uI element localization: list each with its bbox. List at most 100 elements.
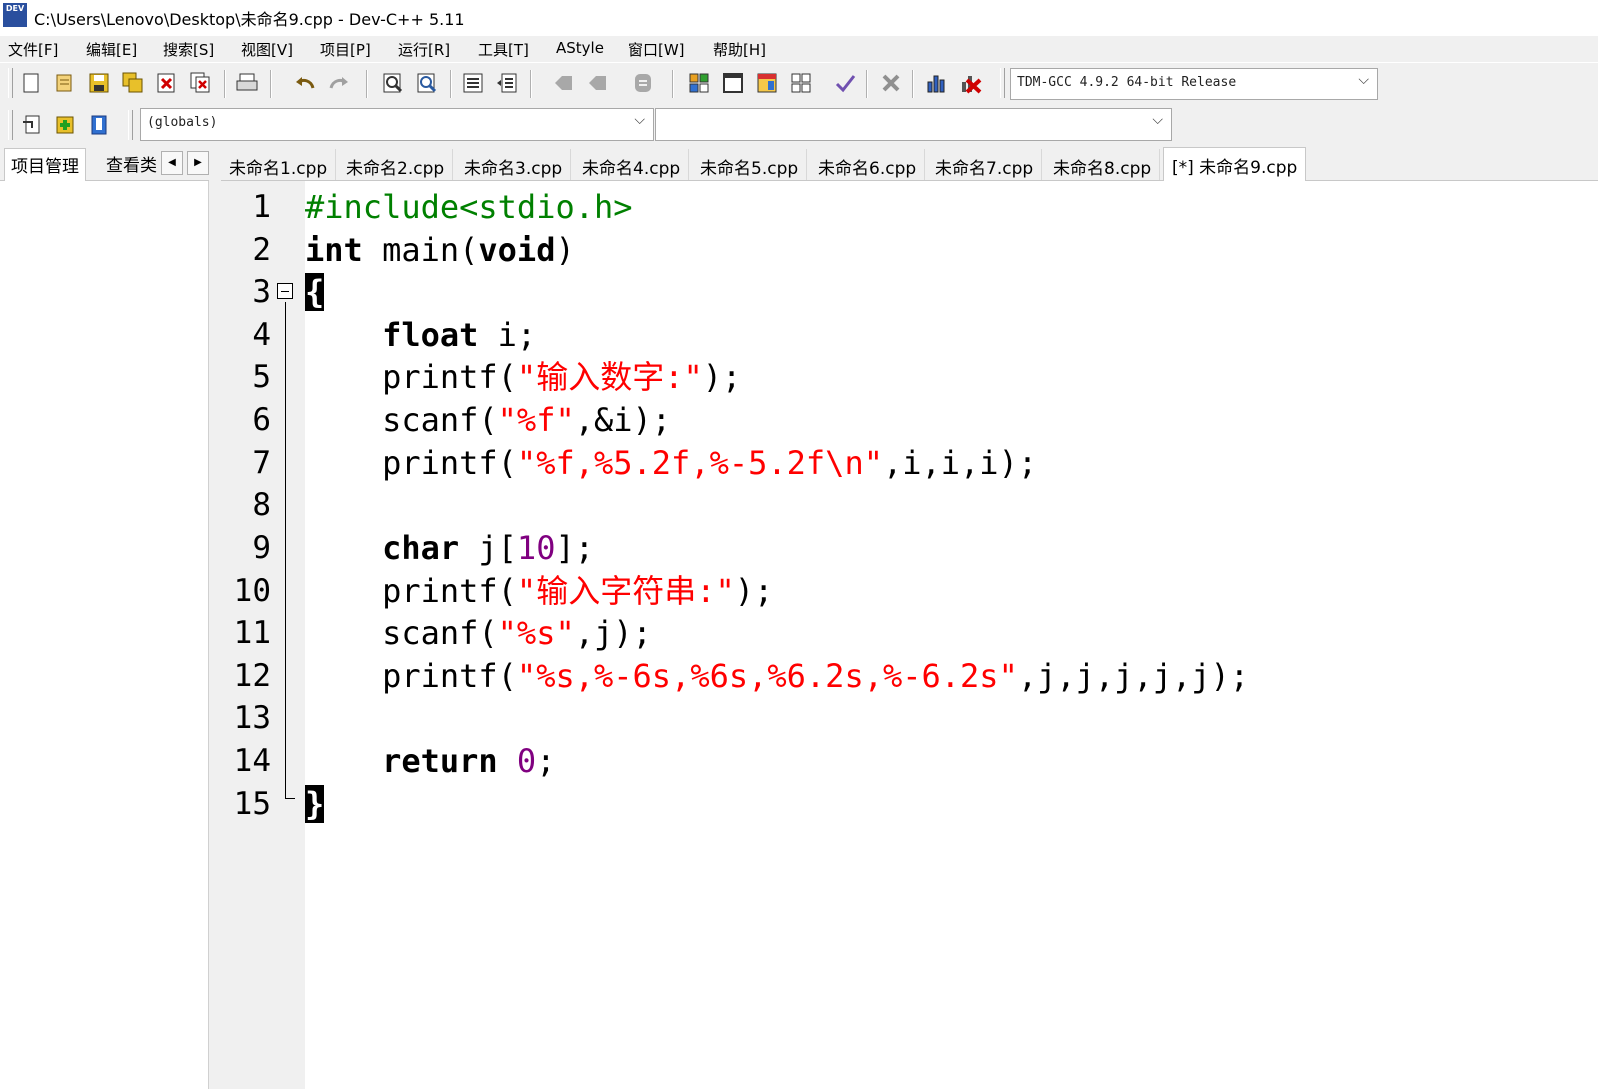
menu-tools[interactable]: 工具[T]	[478, 39, 529, 60]
indent-icon[interactable]	[460, 70, 486, 96]
tab-file-1[interactable]: 未命名1.cpp	[221, 149, 337, 180]
insert-icon[interactable]	[18, 112, 44, 138]
goto-next-icon[interactable]	[584, 70, 610, 96]
file-tabs: 未命名1.cpp 未命名2.cpp 未命名3.cpp 未命名4.cpp 未命名5…	[221, 146, 1598, 181]
chart-icon[interactable]	[924, 70, 950, 96]
menu-run[interactable]: 运行[R]	[398, 39, 450, 60]
symbol-select[interactable]: ⌵	[655, 108, 1172, 141]
compiler-select[interactable]: TDM-GCC 4.9.2 64-bit Release ⌵	[1010, 68, 1378, 100]
save-all-icon[interactable]	[120, 70, 146, 96]
layout-tiles-icon[interactable]	[686, 70, 712, 96]
menu-astyle[interactable]: AStyle	[556, 39, 604, 57]
toolbar-grip[interactable]	[8, 68, 13, 98]
code-line-11: scanf("%s",j);	[305, 612, 652, 654]
toolbar-grip[interactable]	[8, 110, 13, 140]
menu-file[interactable]: 文件[F]	[8, 39, 58, 60]
string-literal: "%f,%5.2f,%-5.2f\n"	[516, 444, 883, 482]
replace-icon[interactable]	[414, 70, 440, 96]
chevron-down-icon[interactable]: ⌵	[1152, 112, 1163, 128]
close-file-icon[interactable]	[154, 70, 180, 96]
close-all-icon[interactable]	[188, 70, 214, 96]
menu-help[interactable]: 帮助[H]	[713, 39, 766, 60]
print-icon[interactable]	[234, 70, 260, 96]
redo-icon[interactable]	[326, 70, 352, 96]
undo-icon[interactable]	[292, 70, 318, 96]
string-literal: "%f"	[497, 401, 575, 439]
line-number: 9	[252, 530, 271, 566]
fold-end-marker	[285, 798, 295, 799]
tab-scroll-left-icon[interactable]: ◀	[161, 151, 183, 175]
code-editor[interactable]: #include<stdio.h> int main(void) { float…	[305, 181, 1598, 1089]
toolbar-grip[interactable]	[1000, 68, 1005, 98]
bookmark-toggle-icon[interactable]	[86, 112, 112, 138]
menu-view[interactable]: 视图[V]	[241, 39, 293, 60]
tab-project-manager[interactable]: 项目管理	[4, 148, 86, 185]
tab-file-9-active[interactable]: [*] 未命名9.cpp	[1163, 147, 1307, 181]
delete-icon[interactable]	[878, 70, 904, 96]
add-icon[interactable]	[52, 112, 78, 138]
line-number: 15	[233, 786, 271, 822]
chevron-down-icon[interactable]: ⌵	[1358, 72, 1369, 88]
profile-delete-icon[interactable]	[958, 70, 984, 96]
tab-file-4[interactable]: 未命名4.cpp	[574, 149, 690, 180]
tab-class-view[interactable]: 查看类	[106, 151, 158, 176]
scope-select[interactable]: (globals) ⌵	[140, 108, 654, 141]
code-line-12: printf("%s,%-6s,%6s,%6.2s,%-6.2s",j,j,j,…	[305, 655, 1249, 697]
tab-file-7[interactable]: 未命名7.cpp	[927, 149, 1043, 180]
code-text: j[	[459, 529, 517, 567]
bookmark-icon[interactable]	[630, 70, 656, 96]
chevron-down-icon[interactable]: ⌵	[634, 112, 645, 128]
number-literal: 10	[516, 529, 556, 567]
code-line-4: float i;	[305, 314, 536, 356]
tab-file-2[interactable]: 未命名2.cpp	[338, 149, 454, 180]
scope-select-value: (globals)	[147, 115, 218, 130]
toolbar-grip[interactable]	[128, 110, 133, 140]
tab-scroll-right-icon[interactable]: ▶	[187, 151, 209, 175]
line-number: 12	[233, 658, 271, 694]
code-text: ,j);	[574, 614, 652, 652]
menu-search[interactable]: 搜索[S]	[163, 39, 214, 60]
open-file-icon[interactable]	[52, 70, 78, 96]
toolbar-separator	[270, 70, 272, 98]
tab-file-5[interactable]: 未命名5.cpp	[692, 149, 808, 180]
colored-window-icon[interactable]	[754, 70, 780, 96]
goto-prev-icon[interactable]	[550, 70, 576, 96]
find-icon[interactable]	[380, 70, 406, 96]
check-icon[interactable]	[832, 70, 858, 96]
code-line-1: #include<stdio.h>	[305, 186, 633, 228]
string-literal: "输入字符串:"	[516, 572, 735, 610]
window-icon[interactable]	[720, 70, 746, 96]
panel-splitter[interactable]	[209, 146, 221, 1089]
main-toolbar: TDM-GCC 4.9.2 64-bit Release ⌵	[0, 62, 1598, 105]
line-number: 13	[233, 700, 271, 736]
line-number: 7	[252, 445, 271, 481]
tab-file-3[interactable]: 未命名3.cpp	[456, 149, 572, 180]
menu-window[interactable]: 窗口[W]	[628, 39, 685, 60]
line-number: 2	[252, 232, 271, 268]
save-icon[interactable]	[86, 70, 112, 96]
new-file-icon[interactable]	[18, 70, 44, 96]
tab-file-6[interactable]: 未命名6.cpp	[810, 149, 926, 180]
code-text: );	[702, 358, 742, 396]
menu-project[interactable]: 项目[P]	[320, 39, 371, 60]
toolbar-separator	[224, 70, 226, 98]
unindent-icon[interactable]	[494, 70, 520, 96]
tab-file-8[interactable]: 未命名8.cpp	[1045, 149, 1161, 180]
fold-collapse-icon[interactable]	[277, 283, 293, 299]
code-text: scanf(	[305, 614, 498, 652]
code-text: ,i,i,i);	[882, 444, 1038, 482]
line-number: 4	[252, 317, 271, 353]
code-text: );	[734, 572, 774, 610]
string-literal: "输入数字:"	[516, 358, 703, 396]
keyword: return	[382, 742, 498, 780]
matched-brace: {	[305, 273, 325, 311]
toolbar-separator	[672, 70, 674, 98]
line-number: 5	[252, 359, 271, 395]
grid-icon[interactable]	[788, 70, 814, 96]
project-panel[interactable]	[0, 181, 209, 1089]
devcpp-app-icon: DEV	[3, 3, 27, 27]
code-line-3: {	[305, 271, 325, 313]
keyword: int	[305, 231, 363, 269]
menu-edit[interactable]: 编辑[E]	[86, 39, 137, 60]
